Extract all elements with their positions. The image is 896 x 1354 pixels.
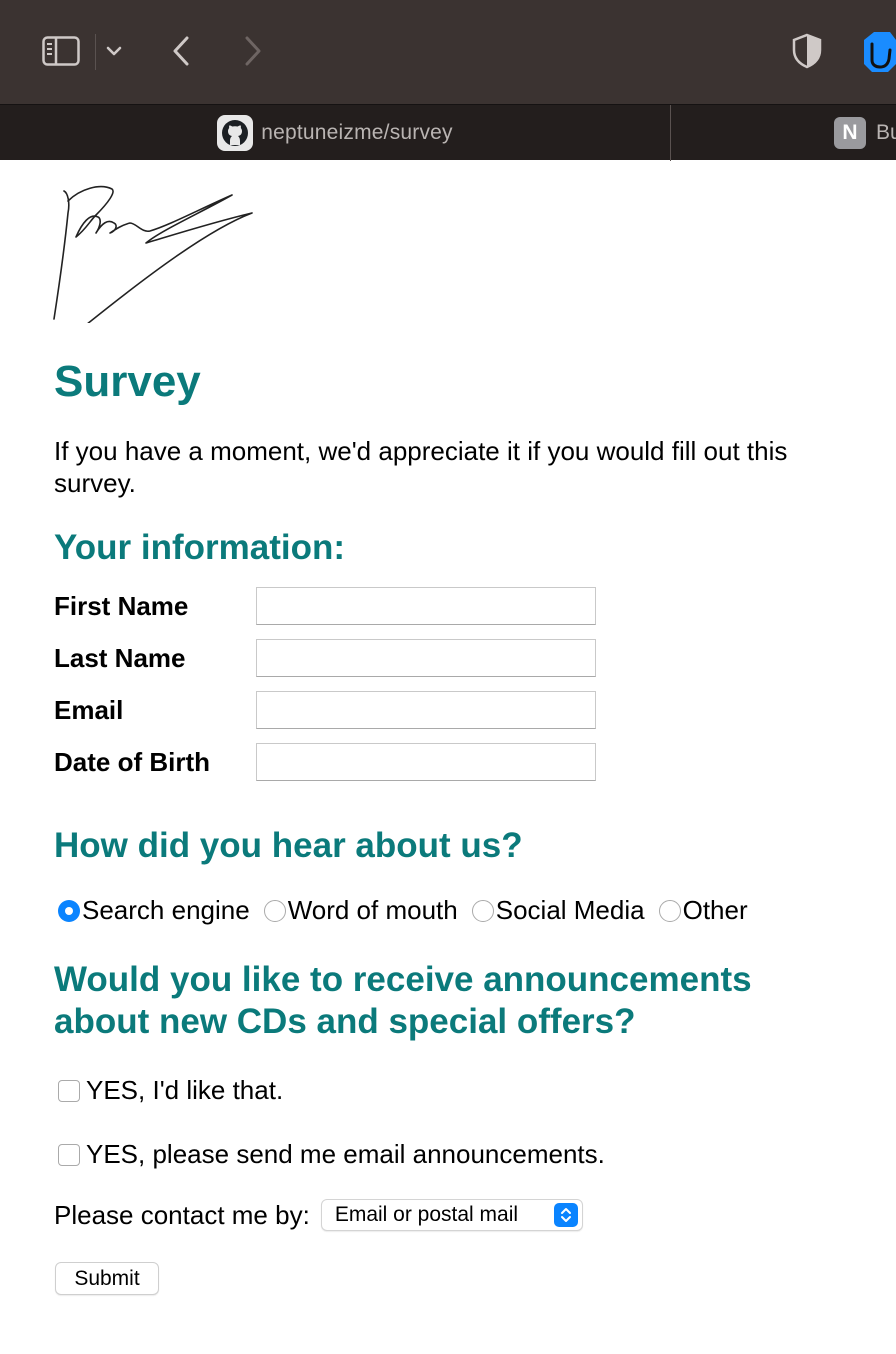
tab-inactive[interactable]: N Bu — [834, 117, 896, 149]
contact-label: Please contact me by: — [54, 1199, 310, 1230]
last-name-label: Last Name — [54, 642, 186, 673]
info-heading: Your information: — [54, 528, 345, 567]
radio-search-engine[interactable] — [58, 899, 80, 922]
email-label: Email — [54, 694, 124, 725]
first-name-field[interactable] — [256, 587, 596, 625]
chevron-down-icon[interactable] — [106, 45, 122, 57]
submit-button[interactable]: Submit — [55, 1262, 159, 1295]
hand-blocker-icon[interactable] — [860, 30, 896, 74]
tab-title-2: Bu — [876, 121, 896, 144]
checkbox-label-like-that: YES, I'd like that. — [86, 1075, 284, 1105]
dob-row: Date of Birth — [54, 742, 596, 782]
tab-separator — [670, 105, 671, 161]
github-icon — [217, 115, 254, 151]
page-title: Survey — [54, 357, 201, 406]
email-field[interactable] — [256, 691, 596, 729]
radio-social-media[interactable] — [471, 899, 494, 922]
contact-selected-value: Email or postal mail — [334, 1203, 519, 1226]
tab-active[interactable]: neptuneizme/survey — [0, 105, 670, 161]
dob-field[interactable] — [256, 743, 596, 781]
browser-toolbar — [0, 0, 896, 104]
intro-text: If you have a moment, we'd appreciate it… — [54, 436, 788, 498]
toolbar-divider — [95, 34, 96, 70]
radio-label-search-engine: Search engine — [82, 895, 250, 925]
checkbox-label-email-announcements: YES, please send me email announcements. — [86, 1139, 605, 1169]
sidebar-icon[interactable] — [42, 36, 80, 66]
contact-row: Please contact me by: Email or postal ma… — [54, 1199, 583, 1231]
forward-icon[interactable] — [242, 35, 264, 67]
radio-label-social-media: Social Media — [495, 895, 645, 925]
last-name-field[interactable] — [256, 639, 596, 677]
signature-image — [53, 185, 253, 323]
checkbox-like-that[interactable] — [58, 1079, 80, 1102]
checkbox-row-2: YES, please send me email announcements. — [58, 1139, 605, 1170]
hear-radio-group: Search engine Word of mouth Social Media… — [56, 895, 760, 926]
radio-label-word-of-mouth: Word of mouth — [287, 895, 458, 925]
announcements-heading: Would you like to receive announcements … — [54, 960, 752, 1041]
radio-label-other: Other — [682, 895, 748, 925]
contact-method-select[interactable]: Email or postal mail — [320, 1199, 583, 1231]
last-name-row: Last Name — [54, 638, 596, 678]
shield-icon[interactable] — [791, 33, 823, 69]
tab-bar: neptuneizme/survey N Bu — [0, 104, 896, 161]
tab-favicon: N — [834, 117, 866, 149]
checkbox-email-announcements[interactable] — [58, 1143, 80, 1166]
first-name-label: First Name — [54, 590, 189, 621]
select-arrows-icon — [553, 1203, 578, 1227]
checkbox-row-1: YES, I'd like that. — [58, 1075, 283, 1106]
email-row: Email — [54, 690, 596, 730]
first-name-row: First Name — [54, 586, 596, 626]
tab-title: neptuneizme/survey — [261, 121, 453, 144]
back-icon[interactable] — [170, 35, 192, 67]
hear-heading: How did you hear about us? — [54, 826, 523, 865]
dob-label: Date of Birth — [54, 746, 210, 777]
radio-other[interactable] — [658, 899, 681, 922]
radio-word-of-mouth[interactable] — [263, 899, 286, 922]
